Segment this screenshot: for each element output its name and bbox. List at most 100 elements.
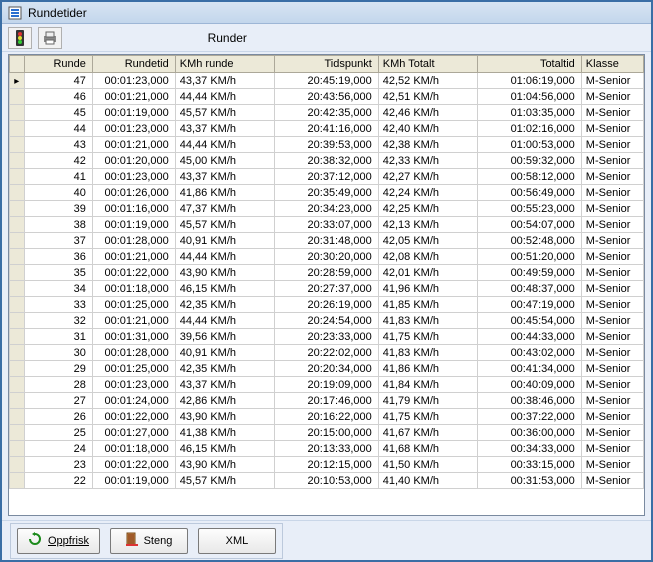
cell-tidspunkt[interactable]: 20:34:23,000: [275, 201, 379, 217]
col-kmh-total[interactable]: KMh Totalt: [378, 56, 477, 73]
cell-kmh-total[interactable]: 41,50 KM/h: [378, 457, 477, 473]
row-selector[interactable]: [10, 217, 25, 233]
cell-kmh-runde[interactable]: 43,37 KM/h: [175, 73, 274, 89]
cell-tidspunkt[interactable]: 20:33:07,000: [275, 217, 379, 233]
cell-totaltid[interactable]: 00:33:15,000: [478, 457, 582, 473]
cell-rundetid[interactable]: 00:01:25,000: [92, 297, 175, 313]
cell-runde[interactable]: 43: [24, 137, 92, 153]
refresh-button[interactable]: Oppfrisk: [17, 528, 100, 554]
row-selector[interactable]: [10, 409, 25, 425]
cell-totaltid[interactable]: 00:51:20,000: [478, 249, 582, 265]
table-row[interactable]: 2600:01:22,00043,90 KM/h20:16:22,00041,7…: [10, 409, 644, 425]
table-row[interactable]: 3700:01:28,00040,91 KM/h20:31:48,00042,0…: [10, 233, 644, 249]
cell-rundetid[interactable]: 00:01:21,000: [92, 313, 175, 329]
cell-klasse[interactable]: M-Senior: [581, 73, 643, 89]
cell-totaltid[interactable]: 01:02:16,000: [478, 121, 582, 137]
row-selector[interactable]: [10, 313, 25, 329]
table-row[interactable]: 3800:01:19,00045,57 KM/h20:33:07,00042,1…: [10, 217, 644, 233]
row-selector[interactable]: [10, 121, 25, 137]
cell-tidspunkt[interactable]: 20:41:16,000: [275, 121, 379, 137]
cell-klasse[interactable]: M-Senior: [581, 297, 643, 313]
table-row[interactable]: 4200:01:20,00045,00 KM/h20:38:32,00042,3…: [10, 153, 644, 169]
cell-kmh-runde[interactable]: 43,37 KM/h: [175, 377, 274, 393]
cell-klasse[interactable]: M-Senior: [581, 233, 643, 249]
cell-klasse[interactable]: M-Senior: [581, 361, 643, 377]
cell-kmh-total[interactable]: 41,83 KM/h: [378, 313, 477, 329]
table-row[interactable]: 3500:01:22,00043,90 KM/h20:28:59,00042,0…: [10, 265, 644, 281]
cell-kmh-total[interactable]: 42,33 KM/h: [378, 153, 477, 169]
cell-runde[interactable]: 24: [24, 441, 92, 457]
cell-totaltid[interactable]: 00:36:00,000: [478, 425, 582, 441]
cell-runde[interactable]: 29: [24, 361, 92, 377]
cell-kmh-runde[interactable]: 44,44 KM/h: [175, 249, 274, 265]
xml-button[interactable]: XML: [198, 528, 276, 554]
cell-rundetid[interactable]: 00:01:26,000: [92, 185, 175, 201]
table-row[interactable]: 3300:01:25,00042,35 KM/h20:26:19,00041,8…: [10, 297, 644, 313]
cell-runde[interactable]: 40: [24, 185, 92, 201]
cell-totaltid[interactable]: 00:37:22,000: [478, 409, 582, 425]
cell-kmh-total[interactable]: 42,51 KM/h: [378, 89, 477, 105]
table-row[interactable]: 4600:01:21,00044,44 KM/h20:43:56,00042,5…: [10, 89, 644, 105]
cell-runde[interactable]: 38: [24, 217, 92, 233]
cell-kmh-total[interactable]: 42,05 KM/h: [378, 233, 477, 249]
cell-tidspunkt[interactable]: 20:20:34,000: [275, 361, 379, 377]
cell-tidspunkt[interactable]: 20:17:46,000: [275, 393, 379, 409]
cell-totaltid[interactable]: 00:54:07,000: [478, 217, 582, 233]
cell-klasse[interactable]: M-Senior: [581, 89, 643, 105]
cell-totaltid[interactable]: 00:52:48,000: [478, 233, 582, 249]
cell-kmh-total[interactable]: 42,46 KM/h: [378, 105, 477, 121]
table-row[interactable]: 3900:01:16,00047,37 KM/h20:34:23,00042,2…: [10, 201, 644, 217]
cell-klasse[interactable]: M-Senior: [581, 105, 643, 121]
cell-rundetid[interactable]: 00:01:19,000: [92, 217, 175, 233]
cell-runde[interactable]: 30: [24, 345, 92, 361]
cell-kmh-runde[interactable]: 40,91 KM/h: [175, 233, 274, 249]
cell-tidspunkt[interactable]: 20:22:02,000: [275, 345, 379, 361]
cell-totaltid[interactable]: 01:04:56,000: [478, 89, 582, 105]
cell-kmh-total[interactable]: 41,83 KM/h: [378, 345, 477, 361]
col-runde[interactable]: Runde: [24, 56, 92, 73]
cell-kmh-runde[interactable]: 43,37 KM/h: [175, 121, 274, 137]
cell-tidspunkt[interactable]: 20:39:53,000: [275, 137, 379, 153]
cell-klasse[interactable]: M-Senior: [581, 265, 643, 281]
table-row[interactable]: 2500:01:27,00041,38 KM/h20:15:00,00041,6…: [10, 425, 644, 441]
cell-klasse[interactable]: M-Senior: [581, 329, 643, 345]
cell-klasse[interactable]: M-Senior: [581, 473, 643, 489]
print-icon[interactable]: [38, 27, 62, 49]
table-row[interactable]: 3600:01:21,00044,44 KM/h20:30:20,00042,0…: [10, 249, 644, 265]
cell-rundetid[interactable]: 00:01:16,000: [92, 201, 175, 217]
cell-tidspunkt[interactable]: 20:24:54,000: [275, 313, 379, 329]
cell-rundetid[interactable]: 00:01:28,000: [92, 345, 175, 361]
col-totaltid[interactable]: Totaltid: [478, 56, 582, 73]
cell-tidspunkt[interactable]: 20:37:12,000: [275, 169, 379, 185]
row-selector[interactable]: [10, 201, 25, 217]
cell-kmh-runde[interactable]: 44,44 KM/h: [175, 313, 274, 329]
cell-kmh-total[interactable]: 42,40 KM/h: [378, 121, 477, 137]
row-selector[interactable]: [10, 345, 25, 361]
cell-klasse[interactable]: M-Senior: [581, 281, 643, 297]
cell-klasse[interactable]: M-Senior: [581, 249, 643, 265]
cell-totaltid[interactable]: 00:38:46,000: [478, 393, 582, 409]
cell-runde[interactable]: 25: [24, 425, 92, 441]
cell-klasse[interactable]: M-Senior: [581, 409, 643, 425]
cell-totaltid[interactable]: 01:00:53,000: [478, 137, 582, 153]
cell-kmh-runde[interactable]: 43,37 KM/h: [175, 169, 274, 185]
cell-runde[interactable]: 23: [24, 457, 92, 473]
cell-runde[interactable]: 27: [24, 393, 92, 409]
cell-rundetid[interactable]: 00:01:18,000: [92, 281, 175, 297]
cell-klasse[interactable]: M-Senior: [581, 121, 643, 137]
cell-totaltid[interactable]: 00:49:59,000: [478, 265, 582, 281]
cell-runde[interactable]: 35: [24, 265, 92, 281]
cell-totaltid[interactable]: 00:44:33,000: [478, 329, 582, 345]
cell-tidspunkt[interactable]: 20:31:48,000: [275, 233, 379, 249]
cell-klasse[interactable]: M-Senior: [581, 313, 643, 329]
cell-tidspunkt[interactable]: 20:45:19,000: [275, 73, 379, 89]
cell-rundetid[interactable]: 00:01:22,000: [92, 265, 175, 281]
cell-tidspunkt[interactable]: 20:42:35,000: [275, 105, 379, 121]
cell-kmh-total[interactable]: 41,86 KM/h: [378, 361, 477, 377]
cell-kmh-total[interactable]: 42,08 KM/h: [378, 249, 477, 265]
cell-tidspunkt[interactable]: 20:43:56,000: [275, 89, 379, 105]
table-row[interactable]: 3100:01:31,00039,56 KM/h20:23:33,00041,7…: [10, 329, 644, 345]
row-selector[interactable]: [10, 169, 25, 185]
cell-kmh-total[interactable]: 42,25 KM/h: [378, 201, 477, 217]
cell-kmh-runde[interactable]: 42,86 KM/h: [175, 393, 274, 409]
